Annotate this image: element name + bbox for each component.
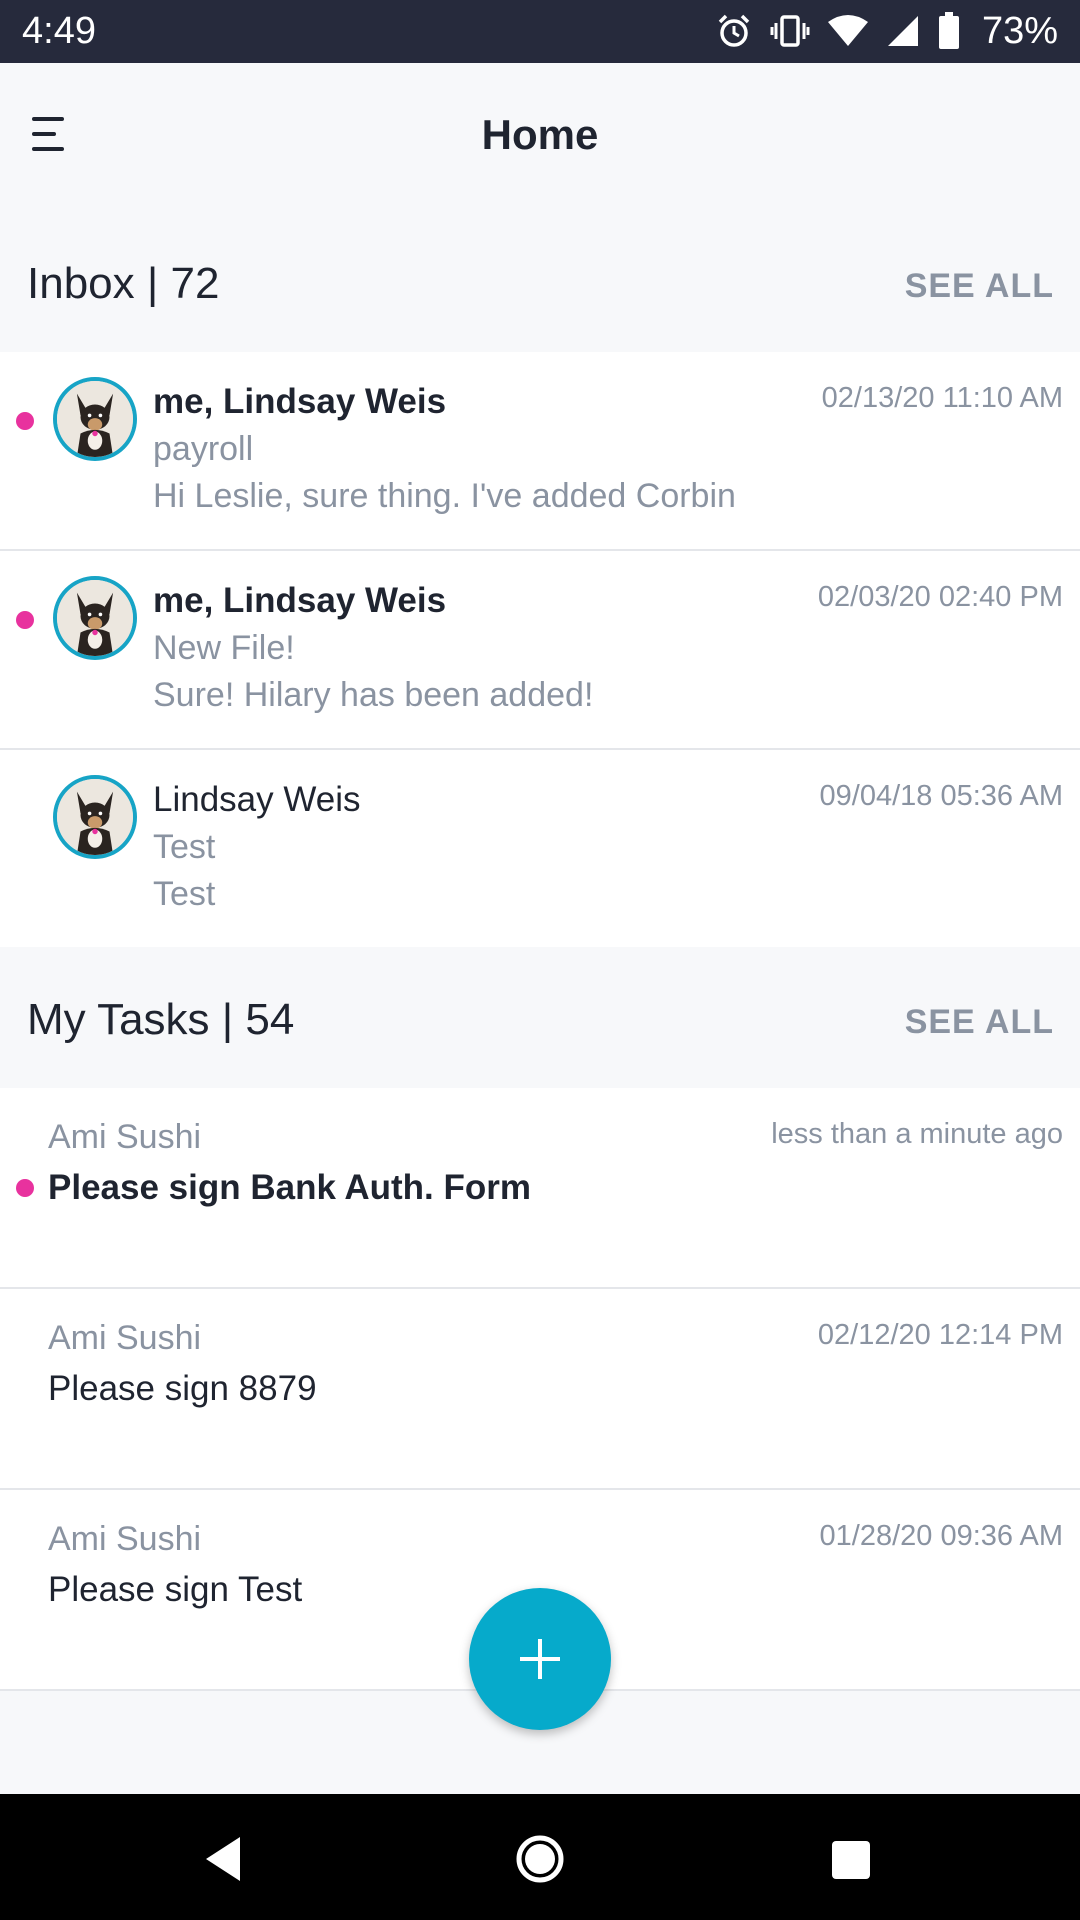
avatar [53, 377, 137, 461]
unread-dot [16, 412, 34, 430]
recents-button[interactable] [820, 1829, 880, 1889]
battery-percent: 73% [981, 9, 1058, 52]
message-subject: New File! [153, 629, 295, 667]
status-time: 4:49 [22, 10, 96, 52]
tasks-see-all-button[interactable]: SEE ALL [905, 1003, 1054, 1042]
back-icon [206, 1837, 240, 1881]
message-sender: me, Lindsay Weis [153, 581, 447, 620]
message-sender: me, Lindsay Weis [153, 382, 447, 421]
tasks-header: My Tasks | 54 SEE ALL [0, 947, 1080, 1088]
message-row[interactable]: Lindsay Weis Test Test 09/04/18 05:36 AM [0, 750, 1080, 949]
avatar [53, 576, 137, 660]
task-row[interactable]: Ami Sushi Please sign Bank Auth. Form le… [0, 1088, 1080, 1289]
message-date: 02/13/20 11:10 AM [821, 382, 1063, 414]
unread-dot [16, 1179, 34, 1197]
home-icon [516, 1835, 564, 1883]
message-date: 09/04/18 05:36 AM [819, 780, 1063, 812]
home-button[interactable] [510, 1829, 570, 1889]
message-preview: Hi Leslie, sure thing. I've added Corbin [153, 477, 736, 515]
inbox-title: Inbox | 72 [27, 259, 220, 308]
message-preview: Test [153, 875, 216, 913]
battery-icon [938, 12, 959, 49]
task-date: less than a minute ago [771, 1118, 1063, 1150]
task-title: Please sign Bank Auth. Form [48, 1168, 531, 1207]
message-date: 02/03/20 02:40 PM [817, 581, 1063, 613]
dog-avatar-icon [57, 580, 133, 656]
status-icons: 73% [716, 10, 1058, 52]
message-subject: payroll [153, 430, 254, 468]
message-row[interactable]: me, Lindsay Weis New File! Sure! Hilary … [0, 551, 1080, 750]
wifi-icon [827, 15, 868, 46]
task-row[interactable]: Ami Sushi Please sign 8879 02/12/20 12:1… [0, 1289, 1080, 1490]
recents-icon [832, 1841, 870, 1879]
message-preview: Sure! Hilary has been added! [153, 676, 594, 714]
add-button[interactable] [469, 1588, 611, 1730]
plus-icon [520, 1639, 560, 1679]
dog-avatar-icon [57, 779, 133, 855]
task-title: Please sign 8879 [48, 1369, 317, 1408]
page-title: Home [481, 111, 599, 158]
vibrate-icon [770, 15, 810, 47]
task-title: Please sign Test [48, 1570, 303, 1609]
inbox-header: Inbox | 72 SEE ALL [0, 211, 1080, 352]
task-assignee: Ami Sushi [48, 1319, 202, 1357]
task-assignee: Ami Sushi [48, 1118, 202, 1156]
message-sender: Lindsay Weis [153, 780, 361, 819]
message-subject: Test [153, 828, 216, 866]
task-assignee: Ami Sushi [48, 1520, 202, 1558]
app-bar: Home [0, 63, 1080, 211]
avatar [53, 775, 137, 859]
back-button[interactable] [196, 1829, 256, 1889]
inbox-list: me, Lindsay Weis payroll Hi Leslie, sure… [0, 352, 1080, 949]
inbox-see-all-button[interactable]: SEE ALL [905, 267, 1054, 306]
system-nav-bar [0, 1794, 1080, 1920]
message-row[interactable]: me, Lindsay Weis payroll Hi Leslie, sure… [0, 352, 1080, 551]
unread-dot [16, 611, 34, 629]
tasks-title: My Tasks | 54 [27, 995, 295, 1044]
task-date: 01/28/20 09:36 AM [819, 1520, 1063, 1552]
signal-icon [887, 16, 918, 46]
dog-avatar-icon [57, 381, 133, 457]
status-bar: 4:49 73% [0, 0, 1080, 63]
task-date: 02/12/20 12:14 PM [817, 1319, 1063, 1351]
alarm-icon [718, 14, 750, 47]
